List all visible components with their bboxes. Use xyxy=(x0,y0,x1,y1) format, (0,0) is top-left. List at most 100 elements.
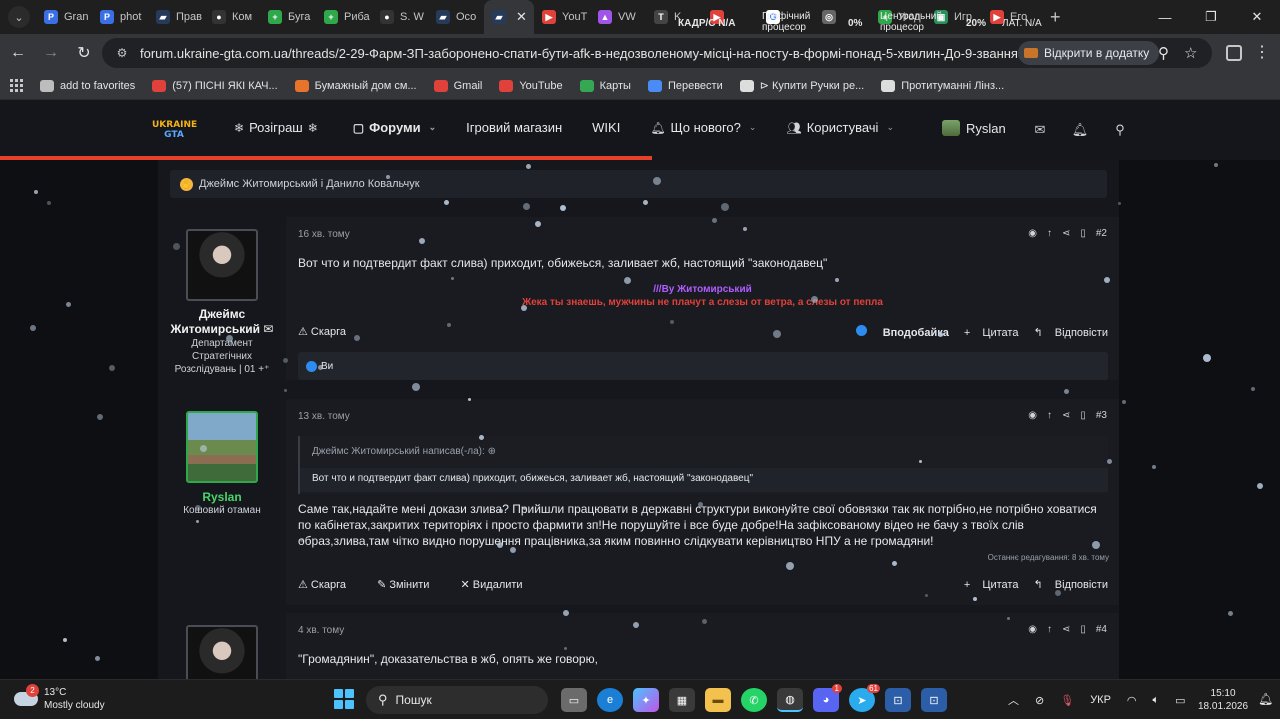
microphone-icon[interactable]: 🎙︎ xyxy=(1060,694,1074,707)
nav-users[interactable]: 👥︎ Користувачі ⌄ xyxy=(786,120,894,135)
file-explorer-icon[interactable]: ▬ xyxy=(705,688,731,712)
app-icon-2[interactable]: ⊡ xyxy=(921,688,947,712)
bookmark-item[interactable]: ⊳ Купити Ручки ре... xyxy=(739,79,864,92)
bookmark-item[interactable]: add to favorites xyxy=(40,79,135,92)
bookmark-item[interactable]: (57) ПІСНІ ЯКІ КАЧ... xyxy=(152,79,278,92)
volume-icon[interactable]: 🔈︎ xyxy=(1153,694,1160,707)
close-tab-icon[interactable]: ✕ xyxy=(516,9,527,25)
author-avatar[interactable] xyxy=(186,625,258,679)
browser-tab[interactable]: ● S. W xyxy=(372,0,428,34)
browser-tab[interactable]: P Gran xyxy=(36,0,92,34)
nav-forums[interactable]: ▢ Форуми ⌄ xyxy=(353,120,436,135)
forum-logo[interactable]: UKRAINE GTA xyxy=(152,120,197,142)
browser-tab[interactable]: + Риба xyxy=(316,0,372,34)
location-off-icon[interactable]: ⊘ xyxy=(1035,694,1044,707)
browser-tab[interactable]: ▰ Осо xyxy=(428,0,484,34)
account-menu[interactable]: Ryslan xyxy=(942,120,1006,136)
bookmark-icon[interactable]: ▯ xyxy=(1080,410,1086,421)
back-icon[interactable]: ← xyxy=(3,38,33,68)
wifi-icon[interactable]: ◠ xyxy=(1127,694,1137,707)
delete-button[interactable]: ✕ Видалити xyxy=(461,579,537,591)
upvote-icon[interactable]: ↑ xyxy=(1047,228,1052,239)
task-view-icon[interactable]: ▭ xyxy=(561,688,587,712)
close-window-icon[interactable]: ✕ xyxy=(1234,0,1280,34)
search-icon[interactable]: ⚲ xyxy=(1100,122,1140,138)
bookmark-item[interactable]: Протитуманні Лінз... xyxy=(881,79,1004,92)
bookmark-toggle-icon[interactable]: ◉ xyxy=(1028,228,1037,239)
discord-icon[interactable]: ◕ 1 xyxy=(813,684,842,712)
browser-tab[interactable]: Pphot xyxy=(92,0,148,34)
post-time[interactable]: 16 хв. тому xyxy=(298,229,350,240)
apps-grid-icon[interactable] xyxy=(10,78,24,93)
post-time[interactable]: 13 хв. тому xyxy=(298,411,350,422)
reply-button[interactable]: ↰ Відповісти xyxy=(1034,579,1108,591)
author-name[interactable]: Джеймс Житомирський ✉ xyxy=(158,307,286,337)
nav-giveaway[interactable]: ❄ Розіграш ❄ xyxy=(234,120,323,135)
share-icon[interactable]: ⋖ xyxy=(1062,410,1070,421)
extensions-icon[interactable] xyxy=(1226,45,1242,61)
quote-button[interactable]: + Цитата xyxy=(964,579,1019,591)
bookmark-item[interactable]: Карты xyxy=(579,79,631,92)
upvote-icon[interactable]: ↑ xyxy=(1047,624,1052,635)
battery-icon[interactable]: ▭ xyxy=(1175,694,1185,707)
browser-tab[interactable]: ● Ком xyxy=(204,0,260,34)
bookmark-item[interactable]: Перевести xyxy=(647,79,723,92)
inbox-icon[interactable]: ✉ xyxy=(1020,122,1060,138)
browser-tab[interactable]: ▲ VW xyxy=(590,0,646,34)
post-number[interactable]: #4 xyxy=(1096,624,1107,635)
quote-header[interactable]: Джеймс Житомирський написав(-ла): ⊕ xyxy=(312,446,496,457)
nav-wiki[interactable]: WIKI xyxy=(592,120,620,135)
nav-store[interactable]: Ігровий магазин xyxy=(466,120,562,135)
browser-tab[interactable]: + Буга xyxy=(260,0,316,34)
copilot-icon[interactable]: ✦ xyxy=(633,688,659,712)
likes-bar[interactable]: Ви xyxy=(298,352,1108,380)
post-time[interactable]: 4 хв. тому xyxy=(298,625,344,636)
post-number[interactable]: #2 xyxy=(1096,228,1107,239)
browser-tab[interactable]: ▰ Прав xyxy=(148,0,204,34)
quote-button[interactable]: + Цитата xyxy=(964,327,1019,339)
upvote-icon[interactable]: ↑ xyxy=(1047,410,1052,421)
zoom-icon[interactable]: ⚲ xyxy=(1158,44,1169,62)
open-in-app-button[interactable]: Відкрити в додатку xyxy=(1018,41,1160,65)
bookmark-icon[interactable]: ▯ xyxy=(1080,228,1086,239)
language-indicator[interactable]: УКР xyxy=(1090,694,1111,706)
new-tab-button[interactable]: + xyxy=(1050,7,1061,28)
tray-overflow-icon[interactable]: ︿ xyxy=(1008,692,1019,708)
bookmark-item[interactable]: Gmail xyxy=(433,79,482,92)
bookmark-item[interactable]: Бумажный дом см... xyxy=(294,79,417,92)
like-button[interactable]: Вподобайка xyxy=(844,325,949,339)
menu-icon[interactable]: ⋮ xyxy=(1254,42,1270,62)
browser-tab[interactable]: ▶ YouT xyxy=(534,0,590,34)
author-avatar[interactable] xyxy=(186,229,258,301)
bookmark-star-icon[interactable]: ☆ xyxy=(1184,44,1197,62)
alerts-icon[interactable]: 🔔︎ xyxy=(1060,122,1100,138)
report-button[interactable]: ⚠ Скарга xyxy=(298,326,360,338)
tab-search-button[interactable]: ⌄ xyxy=(8,6,30,28)
restore-icon[interactable]: ❐ xyxy=(1188,0,1234,34)
reactions-summary[interactable]: ✋ Джеймс Житомирський і Данило Ковальчук xyxy=(170,170,1107,198)
author-name[interactable]: Ryslan xyxy=(158,490,286,505)
reply-button[interactable]: ↰ Відповісти xyxy=(1034,327,1108,339)
bookmark-icon[interactable]: ▯ xyxy=(1080,624,1086,635)
minimize-icon[interactable]: — xyxy=(1142,0,1188,34)
chrome-icon[interactable]: ◍ xyxy=(777,688,803,712)
site-info-icon[interactable]: ⚙ xyxy=(110,46,134,60)
post-number[interactable]: #3 xyxy=(1096,410,1107,421)
share-icon[interactable]: ⋖ xyxy=(1062,228,1070,239)
app-icon-1[interactable]: ⊡ xyxy=(885,688,911,712)
browser-tab[interactable]: ▰ ✕ xyxy=(484,0,534,34)
clock[interactable]: 15:10 18.01.2026 xyxy=(1198,687,1248,713)
bookmark-toggle-icon[interactable]: ◉ xyxy=(1028,410,1037,421)
forward-icon[interactable]: → xyxy=(36,38,66,68)
bookmark-item[interactable]: YouTube xyxy=(499,79,563,92)
whatsapp-icon[interactable]: ✆ xyxy=(741,688,767,712)
nav-whats-new[interactable]: 🔔︎ Що нового? ⌄ xyxy=(650,120,756,135)
report-button[interactable]: ⚠ Скарга xyxy=(298,579,360,591)
share-icon[interactable]: ⋖ xyxy=(1062,624,1070,635)
reload-icon[interactable]: ↻ xyxy=(69,38,99,68)
notification-icon[interactable]: 🔔︎ xyxy=(1258,692,1273,706)
author-avatar[interactable] xyxy=(186,411,258,483)
bookmark-toggle-icon[interactable]: ◉ xyxy=(1028,624,1037,635)
store-icon[interactable]: ▦ xyxy=(669,688,695,712)
windows-start-icon[interactable] xyxy=(334,689,354,709)
